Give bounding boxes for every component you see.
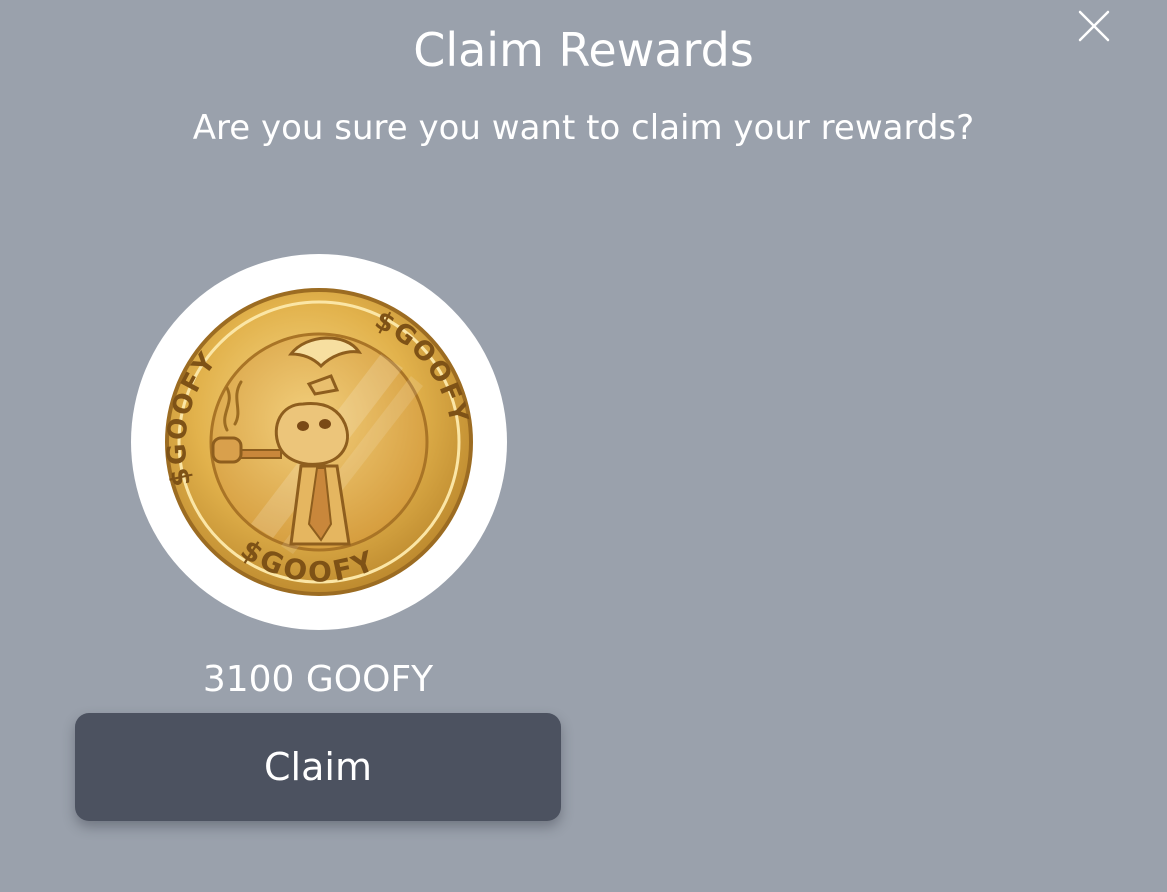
token-avatar: $GOOFY $GOOFY $GOOFY xyxy=(131,254,507,630)
goofy-coin-logo: $GOOFY $GOOFY $GOOFY xyxy=(162,288,473,596)
claim-button[interactable]: Claim xyxy=(75,713,561,821)
dialog-title: Claim Rewards xyxy=(413,23,754,77)
dialog-subtitle: Are you sure you want to claim your rewa… xyxy=(192,108,975,148)
reward-amount: 3100 GOOFY xyxy=(202,659,434,700)
claim-rewards-dialog: Claim Rewards Are you sure you want to c… xyxy=(0,0,1167,892)
reward-card: $GOOFY $GOOFY $GOOFY 3100 GOOFY Claim xyxy=(75,254,561,822)
